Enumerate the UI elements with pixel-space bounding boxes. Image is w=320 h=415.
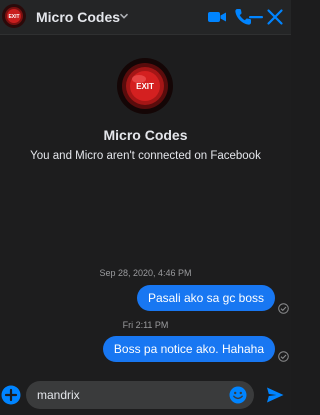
chevron-down-icon[interactable] [119,11,129,21]
sent-message-bubble[interactable]: Pasali ako sa gc boss [136,285,275,311]
send-icon[interactable] [265,385,285,405]
sent-message-bubble[interactable]: Boss pa notice ako. Hahaha [102,336,275,362]
plus-icon[interactable] [1,385,21,405]
chat-header: EXIT Micro Codes [0,0,291,35]
svg-text:EXIT: EXIT [136,82,154,91]
header-avatar[interactable]: EXIT [2,4,26,28]
video-call-icon[interactable] [207,7,227,27]
sent-check-icon [278,351,289,362]
connection-status-text: You and Micro aren't connected on Facebo… [30,150,261,162]
profile-avatar[interactable]: EXIT [117,58,173,114]
chat-window: EXIT Micro Codes EXIT Micro Codes You an… [0,0,291,415]
svg-text:EXIT: EXIT [8,14,19,20]
close-icon[interactable] [265,7,285,27]
emoji-icon[interactable] [229,386,247,404]
sent-check-icon [278,303,289,314]
message-timestamp: Sep 28, 2020, 4:46 PM [99,268,192,278]
message-timestamp: Fri 2:11 PM [122,320,169,330]
conversation-title[interactable]: Micro Codes [36,9,120,25]
message-input[interactable] [37,385,217,405]
minimize-icon[interactable] [246,7,266,27]
message-input-container [26,381,254,409]
profile-name: Micro Codes [103,127,188,143]
